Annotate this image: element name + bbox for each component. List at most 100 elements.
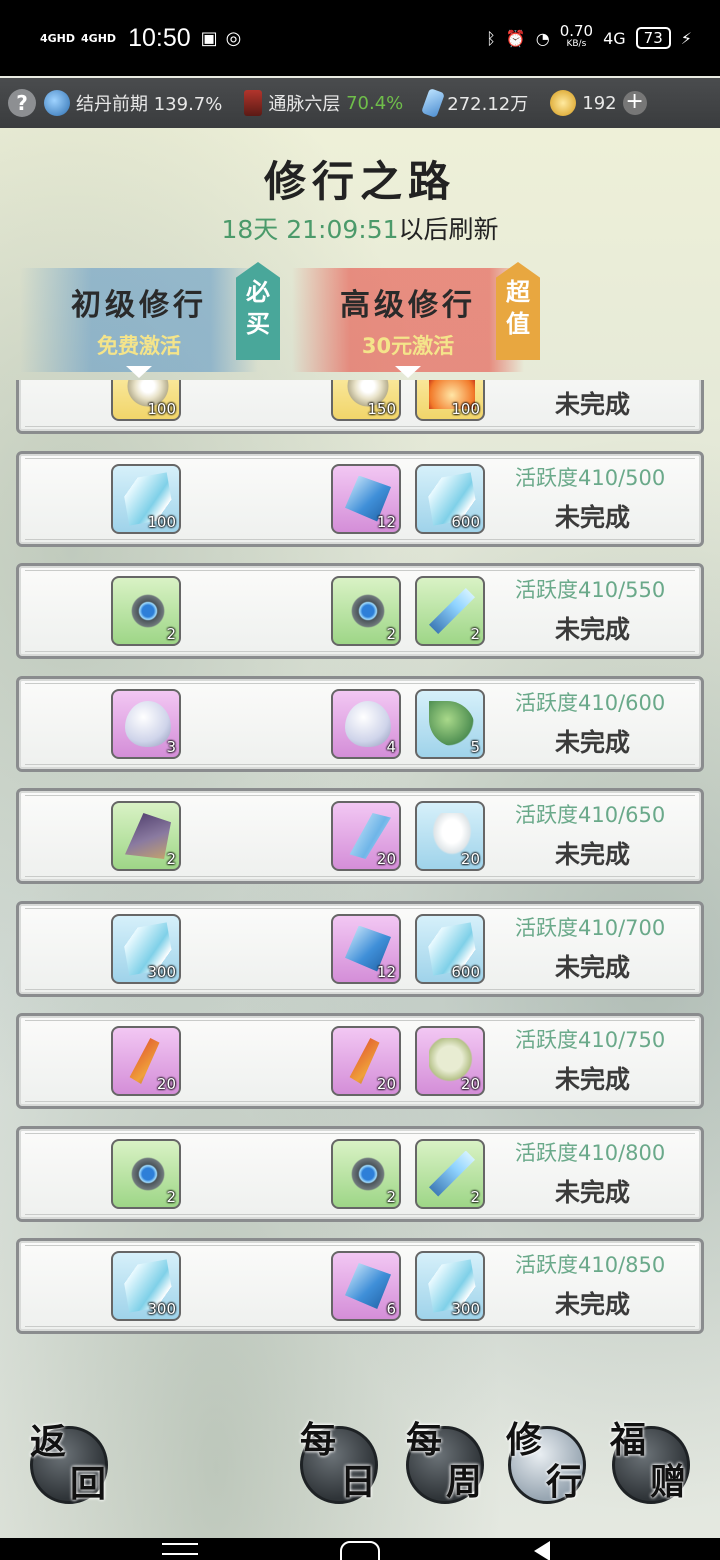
tab-basic-practice[interactable]: 初级修行 免费激活 bbox=[20, 268, 258, 378]
daily-char-1: 每 bbox=[300, 1419, 337, 1461]
reward-row[interactable]: 100 12 600 活跃度410/500 未完成 bbox=[16, 450, 704, 547]
realm-progress: 结丹前期 139.7% bbox=[44, 90, 222, 116]
coin-amount: 192 bbox=[582, 92, 617, 114]
weekly-char-1: 每 bbox=[406, 1419, 443, 1461]
premium-reward-item[interactable]: 12 bbox=[331, 463, 401, 534]
free-reward-item[interactable]: 100 bbox=[111, 380, 181, 421]
egg-icon bbox=[125, 700, 171, 747]
recent-apps-icon[interactable] bbox=[162, 1543, 198, 1555]
signal-indicator-1: 4GHD bbox=[40, 31, 76, 45]
premium-reward-item[interactable]: 100 bbox=[415, 380, 485, 421]
premium-reward-item[interactable]: 12 bbox=[331, 913, 401, 984]
premium-reward-item[interactable]: 5 bbox=[415, 688, 485, 759]
reward-row[interactable]: 2 2 2 活跃度410/550 未完成 bbox=[16, 563, 704, 659]
charging-icon: ⚡ bbox=[680, 28, 692, 48]
reward-row[interactable]: 2 20 20 活跃度410/650 未完成 bbox=[16, 788, 704, 884]
activity-requirement: 活跃度410/650 bbox=[515, 803, 666, 827]
reward-row[interactable]: 100 150 100 未完成 bbox=[16, 380, 704, 434]
premium-reward-item[interactable]: 2 bbox=[415, 576, 485, 646]
item-quantity: 100 bbox=[451, 400, 480, 418]
free-reward-item[interactable]: 3 bbox=[111, 688, 181, 759]
advanced-tier-name: 高级修行 bbox=[340, 288, 476, 323]
item-quantity: 150 bbox=[367, 400, 396, 418]
premium-reward-item[interactable]: 2 bbox=[331, 576, 401, 646]
item-quantity: 2 bbox=[386, 1187, 396, 1206]
reward-row[interactable]: 2 2 2 活跃度410/800 未完成 bbox=[16, 1125, 704, 1222]
item-quantity: 300 bbox=[451, 1300, 480, 1318]
reward-row[interactable]: 20 20 20 活跃度410/750 未完成 bbox=[16, 1013, 704, 1109]
item-quantity: 2 bbox=[470, 625, 480, 643]
add-coins-button[interactable]: + bbox=[622, 91, 647, 115]
activity-requirement: 活跃度410/850 bbox=[515, 1253, 666, 1277]
gift-char-2: 赠 bbox=[650, 1461, 687, 1503]
activity-requirement: 活跃度410/550 bbox=[515, 578, 666, 602]
back-char-1: 返 bbox=[30, 1421, 67, 1463]
tab-advanced-practice[interactable]: 高级修行 30元激活 bbox=[292, 268, 524, 378]
completion-status: 未完成 bbox=[555, 615, 631, 644]
item-quantity: 100 bbox=[147, 512, 176, 531]
item-quantity: 300 bbox=[147, 962, 176, 981]
free-reward-item[interactable]: 2 bbox=[111, 1138, 181, 1209]
signal-indicator-2: 4GHD bbox=[81, 31, 117, 45]
realm-text: 结丹前期 139.7% bbox=[76, 94, 223, 115]
item-quantity: 20 bbox=[460, 1075, 480, 1093]
free-reward-item[interactable]: 20 bbox=[111, 1026, 181, 1096]
coin-icon bbox=[550, 90, 577, 116]
premium-reward-item[interactable]: 20 bbox=[331, 801, 401, 871]
item-quantity: 12 bbox=[376, 512, 396, 531]
gift-label: 福赠 bbox=[610, 1422, 702, 1514]
premium-reward-item[interactable]: 6 bbox=[331, 1251, 401, 1321]
home-icon[interactable] bbox=[340, 1541, 380, 1560]
practice-char-2: 行 bbox=[546, 1461, 583, 1503]
premium-reward-item[interactable]: 300 bbox=[415, 1251, 485, 1321]
value-badge: 超值 bbox=[496, 262, 540, 360]
refresh-suffix: 以后刷新 bbox=[398, 215, 499, 244]
reward-list[interactable]: 100 150 100 未完成 100 12 600 活跃度410/500 未完成 2 2 2 活跃度4… bbox=[16, 380, 704, 1372]
premium-reward-item[interactable]: 20 bbox=[331, 1026, 401, 1096]
reward-row[interactable]: 300 12 600 活跃度410/700 未完成 bbox=[16, 900, 704, 997]
leaf-icon bbox=[429, 700, 475, 747]
premium-reward-item[interactable]: 2 bbox=[331, 1138, 401, 1209]
premium-reward-item[interactable]: 150 bbox=[331, 380, 401, 421]
back-arrow-icon[interactable] bbox=[534, 1541, 550, 1560]
practice-label: 修行 bbox=[506, 1422, 598, 1514]
vein-progress: 通脉六层 70.4% bbox=[244, 90, 403, 116]
item-quantity: 2 bbox=[166, 850, 176, 868]
premium-reward-item[interactable]: 2 bbox=[415, 1138, 485, 1209]
item-quantity: 4 bbox=[386, 737, 396, 756]
free-reward-item[interactable]: 300 bbox=[111, 913, 181, 984]
premium-reward-item[interactable]: 20 bbox=[415, 801, 485, 871]
free-reward-item[interactable]: 2 bbox=[111, 801, 181, 871]
item-quantity: 20 bbox=[376, 1075, 396, 1093]
gift-char-1: 福 bbox=[610, 1419, 647, 1461]
vein-percent: 70.4% bbox=[346, 92, 404, 114]
basic-tier-sub: 免费激活 bbox=[97, 334, 181, 358]
free-reward-item[interactable]: 100 bbox=[111, 463, 181, 534]
vein-icon bbox=[244, 90, 263, 116]
item-quantity: 100 bbox=[147, 400, 176, 418]
alarm-icon: ⏰ bbox=[505, 28, 526, 48]
premium-reward-item[interactable]: 4 bbox=[331, 688, 401, 759]
network-speed: 0.70 KB/s bbox=[560, 24, 593, 51]
free-reward-item[interactable]: 300 bbox=[111, 1251, 181, 1321]
activity-requirement: 活跃度410/600 bbox=[515, 690, 666, 715]
free-reward-item[interactable]: 2 bbox=[111, 576, 181, 646]
premium-reward-item[interactable]: 20 bbox=[415, 1026, 485, 1096]
feather-icon bbox=[429, 1150, 475, 1197]
item-quantity: 20 bbox=[376, 850, 396, 868]
premium-reward-item[interactable]: 600 bbox=[415, 463, 485, 534]
completion-status: 未完成 bbox=[555, 390, 631, 419]
network-type: 4G bbox=[603, 28, 626, 48]
weekly-char-2: 周 bbox=[446, 1461, 483, 1503]
ring-icon bbox=[345, 1150, 391, 1197]
completion-status: 未完成 bbox=[555, 1177, 631, 1207]
weekly-label: 每周 bbox=[406, 1422, 498, 1514]
premium-reward-item[interactable]: 600 bbox=[415, 913, 485, 984]
item-quantity: 600 bbox=[451, 962, 480, 981]
help-button[interactable]: ? bbox=[8, 89, 36, 117]
status-bar: 4GHD 4GHD 10:50 ▣ ◎ ᛒ ⏰ ◔ 0.70 KB/s 4G 73… bbox=[0, 0, 720, 76]
advanced-tier-sub: 30元激活 bbox=[361, 334, 455, 358]
reward-row[interactable]: 300 6 300 活跃度410/850 未完成 bbox=[16, 1238, 704, 1334]
crystal-amount: 272.12万 bbox=[447, 94, 529, 115]
reward-row[interactable]: 3 4 5 活跃度410/600 未完成 bbox=[16, 675, 704, 772]
